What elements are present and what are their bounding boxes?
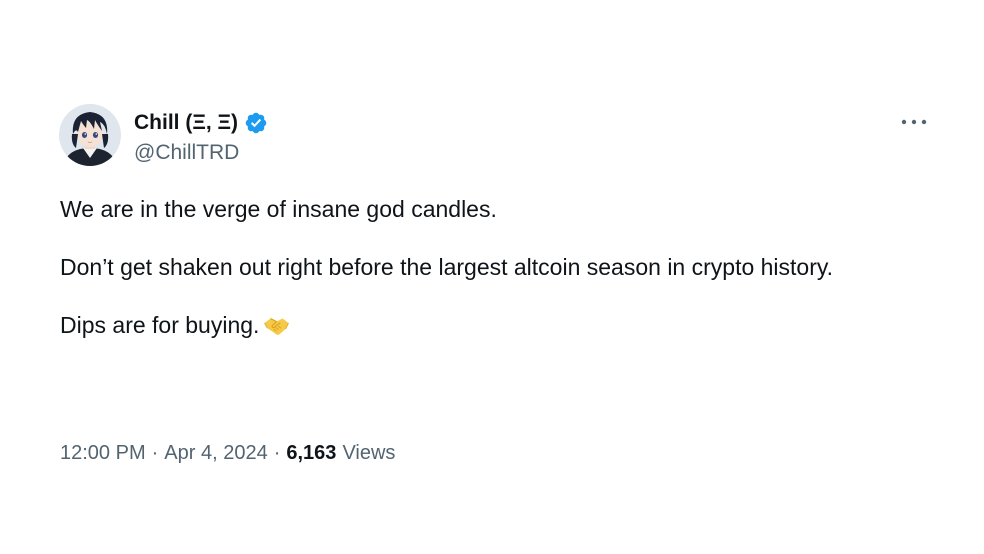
author-name-row: Chill (Ξ, Ξ): [134, 109, 268, 137]
author-display-name[interactable]: Chill (Ξ, Ξ): [134, 111, 238, 135]
more-options-button[interactable]: [898, 112, 930, 132]
verified-badge-icon[interactable]: [244, 111, 268, 135]
tweet-date[interactable]: Apr 4, 2024: [164, 442, 267, 465]
tweet: Chill (Ξ, Ξ) @ChillTRD We are in the ver…: [0, 0, 984, 554]
tweet-paragraph: Don’t get shaken out right before the la…: [60, 254, 834, 280]
views-label: Views: [342, 442, 396, 464]
meta-separator: ·: [151, 442, 159, 464]
tweet-paragraph-last: Dips are for buying.: [60, 311, 880, 340]
views-count: 6,163: [286, 442, 337, 464]
tweet-meta: 12:00 PM · Apr 4, 2024 · 6,163 Views: [60, 442, 395, 465]
more-options-icon: [901, 119, 927, 125]
avatar[interactable]: [59, 104, 121, 166]
tweet-time[interactable]: 12:00 PM: [60, 442, 146, 465]
tweet-paragraph-text: Dips are for buying.: [60, 312, 260, 338]
avatar-image: [59, 104, 121, 166]
author-handle[interactable]: @ChillTRD: [134, 141, 239, 165]
handshake-emoji-icon: [264, 318, 290, 335]
tweet-text: We are in the verge of insane god candle…: [60, 195, 880, 340]
meta-separator: ·: [273, 442, 281, 464]
tweet-paragraph: We are in the verge of insane god candle…: [60, 196, 497, 222]
